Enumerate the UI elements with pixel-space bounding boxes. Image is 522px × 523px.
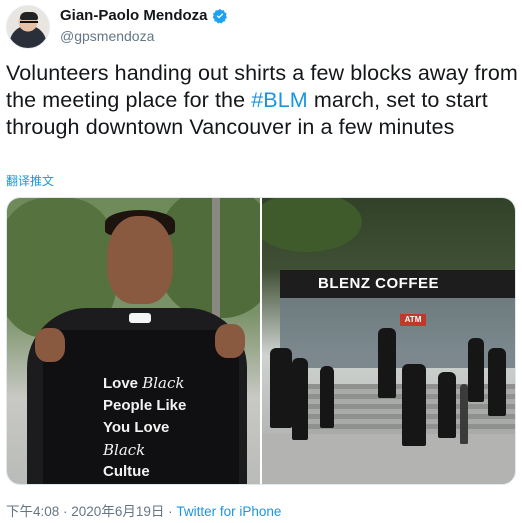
person-figure <box>270 348 292 428</box>
footer-separator: · <box>59 504 72 519</box>
avatar-glasses <box>20 21 38 27</box>
hashtag-link[interactable]: #BLM <box>251 88 308 112</box>
clerical-collar <box>129 313 151 323</box>
shirt-line: Cultue <box>103 463 150 480</box>
tree-shape <box>262 198 362 252</box>
photo-man-holding-shirt[interactable]: Love Black People Like You Love Black Cu… <box>7 198 260 484</box>
person-figure <box>378 328 396 398</box>
tweet-footer: 下午4:08 · 2020年6月19日 · Twitter for iPhone <box>6 500 281 520</box>
parking-meter <box>460 384 468 444</box>
left-hand <box>35 328 65 362</box>
tweet-header: Gian-Paolo Mendoza @gpsmendoza <box>6 5 516 49</box>
avatar[interactable] <box>6 5 50 49</box>
shirt-line: Love Black <box>103 374 185 392</box>
person-figure <box>292 358 308 440</box>
right-hand <box>215 324 245 358</box>
shirt-print: Love Black People Like You Love Black Cu… <box>103 372 223 483</box>
tweet-date[interactable]: 2020年6月19日 <box>71 504 164 519</box>
name-row: Gian-Paolo Mendoza <box>60 7 228 24</box>
shirt-line: Black <box>103 441 146 459</box>
sidewalk <box>262 434 515 484</box>
person-figure <box>488 348 506 416</box>
shirt-line: People Like <box>103 397 187 414</box>
avatar-hair <box>20 12 38 20</box>
footer-separator: · <box>164 504 177 519</box>
storefront-sign: BLENZ COFFEE <box>318 275 439 292</box>
person-figure <box>438 372 456 438</box>
display-name[interactable]: Gian-Paolo Mendoza <box>60 7 208 24</box>
tweet-time[interactable]: 下午4:08 <box>6 504 59 519</box>
person-figure <box>320 366 334 428</box>
atm-sign: ATM <box>400 314 426 326</box>
photo-blenz-coffee-storefront[interactable]: BLENZ COFFEE ATM <box>262 198 515 484</box>
tweet-media: Love Black People Like You Love Black Cu… <box>6 197 516 485</box>
tweet-source-link[interactable]: Twitter for iPhone <box>176 504 281 519</box>
shirt-line: You Love <box>103 419 170 436</box>
person-head <box>107 216 173 304</box>
tweet-text: Volunteers handing out shirts a few bloc… <box>6 60 518 141</box>
person-figure <box>468 338 484 402</box>
verified-badge-icon <box>212 8 227 24</box>
translate-tweet-link[interactable]: 翻译推文 <box>6 172 54 189</box>
user-handle[interactable]: @gpsmendoza <box>60 28 154 44</box>
person-figure <box>402 364 426 446</box>
